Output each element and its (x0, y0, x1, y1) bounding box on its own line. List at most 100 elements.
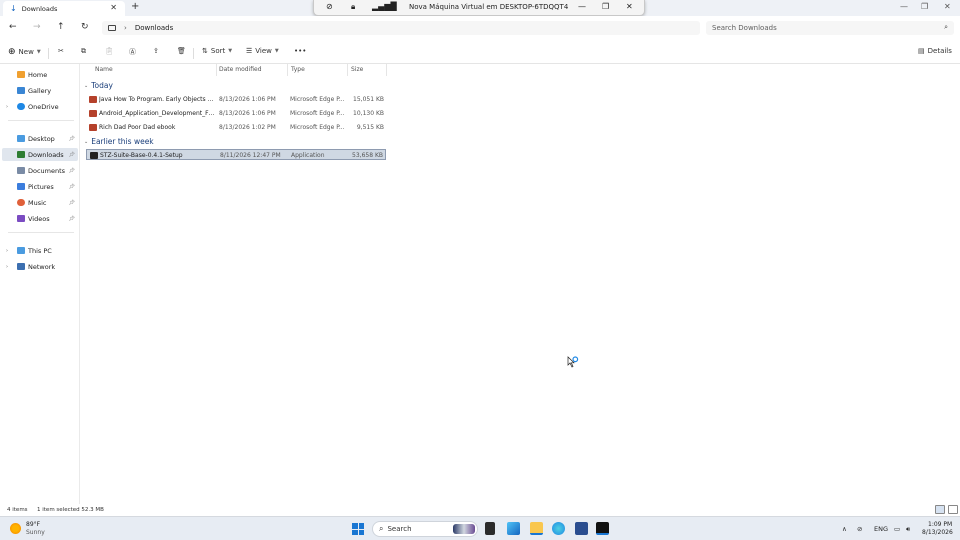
no-pin-icon[interactable]: ⊘ (326, 2, 333, 11)
search-input[interactable]: Search Downloads ⌕ (706, 21, 954, 35)
phone-link-icon[interactable]: ▭ (894, 525, 900, 533)
sidebar-item-this-pc[interactable]: › This PC (2, 244, 78, 257)
chevron-right-icon[interactable]: › (124, 24, 127, 32)
refresh-icon[interactable]: ↻ (81, 22, 89, 32)
details-button[interactable]: ▤ Details (918, 47, 952, 55)
file-name: STZ-Suite-Base-0.4.1-Setup (100, 152, 183, 159)
sidebar-item-network[interactable]: › Network (2, 260, 78, 273)
sidebar-item-pictures[interactable]: Pictures 📌︎ (2, 180, 78, 193)
restore-icon[interactable]: ❐ (921, 2, 928, 11)
vm-close-icon[interactable]: ✕ (626, 2, 633, 11)
table-row[interactable]: Java How To Program. Early Objects by P.… (86, 94, 386, 105)
navigation-pane: Home Gallery › OneDrive Desktop 📌︎ Downl… (0, 64, 80, 504)
start-button[interactable] (352, 523, 364, 535)
close-tab-icon[interactable]: ✕ (110, 3, 117, 12)
file-name: Rich Dad Poor Dad ebook (99, 124, 176, 131)
application-file-icon (90, 152, 98, 159)
paste-icon[interactable]: 📋︎ (105, 47, 114, 55)
details-view-button[interactable] (935, 505, 945, 514)
cut-icon[interactable]: ✂ (58, 47, 64, 55)
pin-icon[interactable]: 📌︎ (69, 136, 75, 142)
table-row[interactable]: STZ-Suite-Base-0.4.1-Setup 8/11/2026 12:… (86, 149, 386, 160)
new-button[interactable]: ⊕ New ▼ (8, 47, 41, 57)
widgets-icon[interactable] (507, 522, 520, 535)
file-name: Android_Application_Development_For_... (99, 110, 215, 117)
sidebar-item-gallery[interactable]: Gallery (2, 84, 78, 97)
sidebar-item-onedrive[interactable]: › OneDrive (2, 100, 78, 113)
more-options-button[interactable]: ••• (294, 47, 306, 55)
column-divider[interactable] (216, 64, 217, 76)
column-divider[interactable] (347, 64, 348, 76)
weather-temperature[interactable]: 89°F (26, 521, 40, 528)
clock-time[interactable]: 1:09 PM (928, 521, 952, 528)
file-type: Microsoft Edge P... (290, 96, 345, 103)
column-header-date[interactable]: Date modified (219, 66, 262, 73)
up-icon[interactable]: ↑ (57, 22, 65, 32)
file-explorer-icon[interactable] (530, 522, 543, 535)
column-header-size[interactable]: Size (351, 66, 363, 73)
windows-logo-icon (352, 523, 358, 529)
videos-icon (17, 215, 25, 222)
network-disconnected-icon[interactable]: ⊘ (857, 525, 862, 533)
task-view-icon[interactable] (485, 522, 495, 535)
new-tab-button[interactable]: + (131, 1, 139, 12)
table-row[interactable]: Rich Dad Poor Dad ebook 8/13/2026 1:02 P… (86, 122, 386, 133)
close-window-icon[interactable]: ✕ (944, 2, 951, 11)
taskbar-search[interactable]: ⌕ Search (372, 521, 478, 537)
pin-icon[interactable]: 📌︎ (69, 152, 75, 158)
copy-icon[interactable]: ⧉ (81, 47, 86, 56)
minimize-icon[interactable]: — (900, 2, 908, 11)
edge-browser-icon[interactable] (552, 522, 565, 535)
stz-app-icon[interactable] (596, 522, 609, 535)
address-bar[interactable]: › Downloads (102, 21, 700, 35)
language-indicator[interactable]: ENG (874, 525, 888, 533)
chevron-down-icon: ⌄ (84, 138, 89, 145)
group-header-earlier-this-week[interactable]: ⌄ Earlier this week (84, 137, 154, 146)
sidebar-item-music[interactable]: Music 📌︎ (2, 196, 78, 209)
column-header-type[interactable]: Type (291, 66, 305, 73)
pin-icon[interactable]: 📌︎ (69, 200, 75, 206)
clock-date[interactable]: 8/13/2026 (922, 529, 953, 536)
pin-icon[interactable]: 📌︎ (69, 216, 75, 222)
sidebar-item-desktop[interactable]: Desktop 📌︎ (2, 132, 78, 145)
sidebar-item-home[interactable]: Home (2, 68, 78, 81)
share-icon[interactable]: ⇪ (153, 47, 159, 55)
search-icon: ⌕ (379, 524, 384, 533)
chevron-right-icon[interactable]: › (6, 264, 8, 270)
divider (8, 232, 74, 233)
volume-icon[interactable]: 🔊︎ (906, 525, 910, 534)
breadcrumb-downloads[interactable]: Downloads (135, 24, 173, 32)
rename-icon[interactable]: Ⓐ (129, 47, 136, 57)
file-type: Microsoft Edge P... (290, 110, 345, 117)
weather-condition[interactable]: Sunny (26, 529, 45, 536)
column-divider[interactable] (386, 64, 387, 76)
pc-icon (17, 247, 25, 254)
forward-icon[interactable]: → (33, 22, 41, 32)
pin-icon[interactable]: 📌︎ (69, 168, 75, 174)
back-icon[interactable]: ← (9, 22, 17, 32)
tiles-view-button[interactable] (948, 505, 958, 514)
sidebar-item-label: Music (28, 198, 47, 207)
sidebar-item-documents[interactable]: Documents 📌︎ (2, 164, 78, 177)
sort-button[interactable]: ⇅ Sort ▼ (202, 47, 232, 55)
vm-restore-icon[interactable]: ❐ (602, 2, 609, 11)
store-icon[interactable] (575, 522, 588, 535)
chevron-right-icon[interactable]: › (6, 248, 8, 254)
column-header-name[interactable]: Name (95, 66, 113, 73)
table-row[interactable]: Android_Application_Development_For_... … (86, 108, 386, 119)
pin-icon[interactable]: 📌︎ (69, 184, 75, 190)
sun-icon[interactable] (10, 523, 21, 534)
file-type: Microsoft Edge P... (290, 124, 345, 131)
status-bar: 4 items 1 item selected 52.3 MB (0, 504, 960, 516)
view-button[interactable]: ☰ View ▼ (246, 47, 279, 55)
lock-icon[interactable]: 🔒︎ (351, 2, 355, 12)
sidebar-item-videos[interactable]: Videos 📌︎ (2, 212, 78, 225)
vm-minimize-icon[interactable]: — (578, 2, 586, 11)
delete-icon[interactable]: 🗑︎ (177, 47, 186, 55)
chevron-right-icon[interactable]: › (6, 104, 8, 110)
chevron-up-icon[interactable]: ∧ (842, 525, 847, 533)
tab-downloads[interactable]: ↓ Downloads ✕ (3, 1, 125, 16)
sidebar-item-downloads[interactable]: Downloads 📌︎ (2, 148, 78, 161)
group-header-today[interactable]: ⌄ Today (84, 81, 113, 90)
column-divider[interactable] (287, 64, 288, 76)
